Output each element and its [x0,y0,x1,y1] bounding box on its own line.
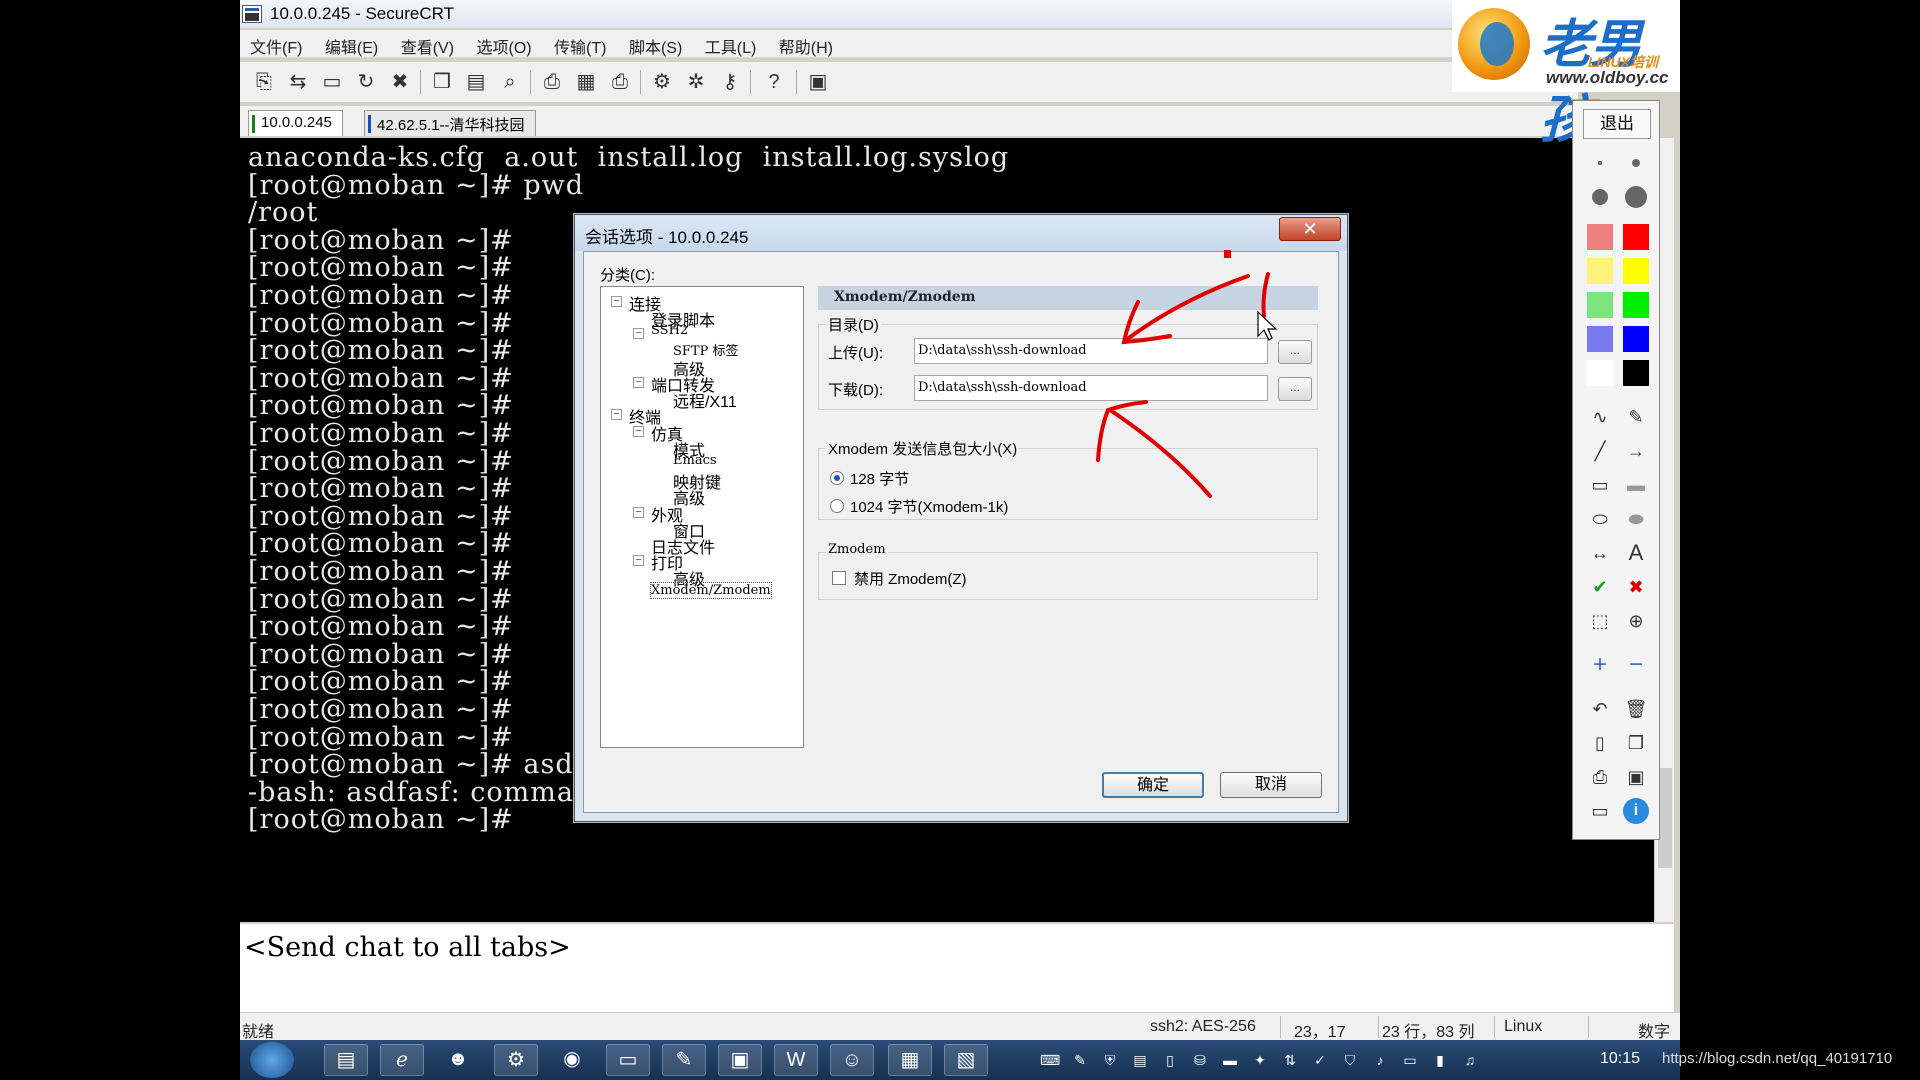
annotation-arrow-upload [1124,274,1250,342]
annotation-layer [1096,250,1278,498]
tray-shield-icon[interactable]: ⛨ [1100,1050,1120,1070]
tray-keyboard-icon[interactable]: ⌨ [1040,1050,1060,1070]
tray-chat-icon[interactable]: ▬ [1220,1050,1240,1070]
tray-volume-icon[interactable]: ♪ [1370,1050,1390,1070]
taskbar-clock[interactable]: 10:15 [1600,1050,1640,1068]
taskbar-users-icon[interactable]: ☺ [830,1044,874,1076]
annotation-arrow-download [1108,408,1212,498]
tray-pdf-icon[interactable]: ▤ [1130,1050,1150,1070]
windows-taskbar: ▤ ℯ ☻ ⚙ ◉ ▭ ✎ ▣ W ☺ ▦ ▧ ⌨ ✎ ⛨ ▤ ▯ ⛁ ▬ ✦ … [240,1040,1680,1080]
tray-speaker-icon[interactable]: ♫ [1460,1050,1480,1070]
taskbar-securecrt-icon[interactable]: ▤ [324,1044,368,1076]
taskbar-app-icon[interactable]: ⚙ [494,1044,538,1076]
tray-monitor-icon[interactable]: ▭ [1400,1050,1420,1070]
start-button[interactable] [250,1042,294,1078]
annotation-dot [1224,250,1231,258]
taskbar-window-icon[interactable]: ▣ [718,1044,762,1076]
taskbar-notepad-icon[interactable]: ✎ [662,1044,706,1076]
tray-signal-icon[interactable]: ▮ [1430,1050,1450,1070]
mouse-cursor-icon [1257,310,1278,341]
taskbar-chrome-icon[interactable]: ◉ [550,1044,594,1076]
taskbar-drawing-icon[interactable]: ▦ [888,1044,932,1076]
taskbar-qq-icon[interactable]: ☻ [436,1044,480,1076]
tray-security-icon[interactable]: ⛉ [1340,1050,1360,1070]
tray-usb-icon[interactable]: ⇅ [1280,1050,1300,1070]
taskbar-ie-icon[interactable]: ℯ [380,1044,424,1076]
taskbar-word-icon[interactable]: W [774,1044,818,1076]
taskbar-explorer-icon[interactable]: ▭ [606,1044,650,1076]
taskbar-paint-icon[interactable]: ▧ [944,1044,988,1076]
tray-network-drive-icon[interactable]: ⛁ [1190,1050,1210,1070]
annotation-stroke-top [1261,272,1270,318]
tray-edit-icon[interactable]: ✎ [1070,1050,1090,1070]
csdn-watermark: https://blog.csdn.net/qq_40191710 [1662,1050,1893,1067]
tray-document-icon[interactable]: ▯ [1160,1050,1180,1070]
tray-pin-icon[interactable]: ✦ [1250,1050,1270,1070]
tray-check-icon[interactable]: ✓ [1310,1050,1330,1070]
